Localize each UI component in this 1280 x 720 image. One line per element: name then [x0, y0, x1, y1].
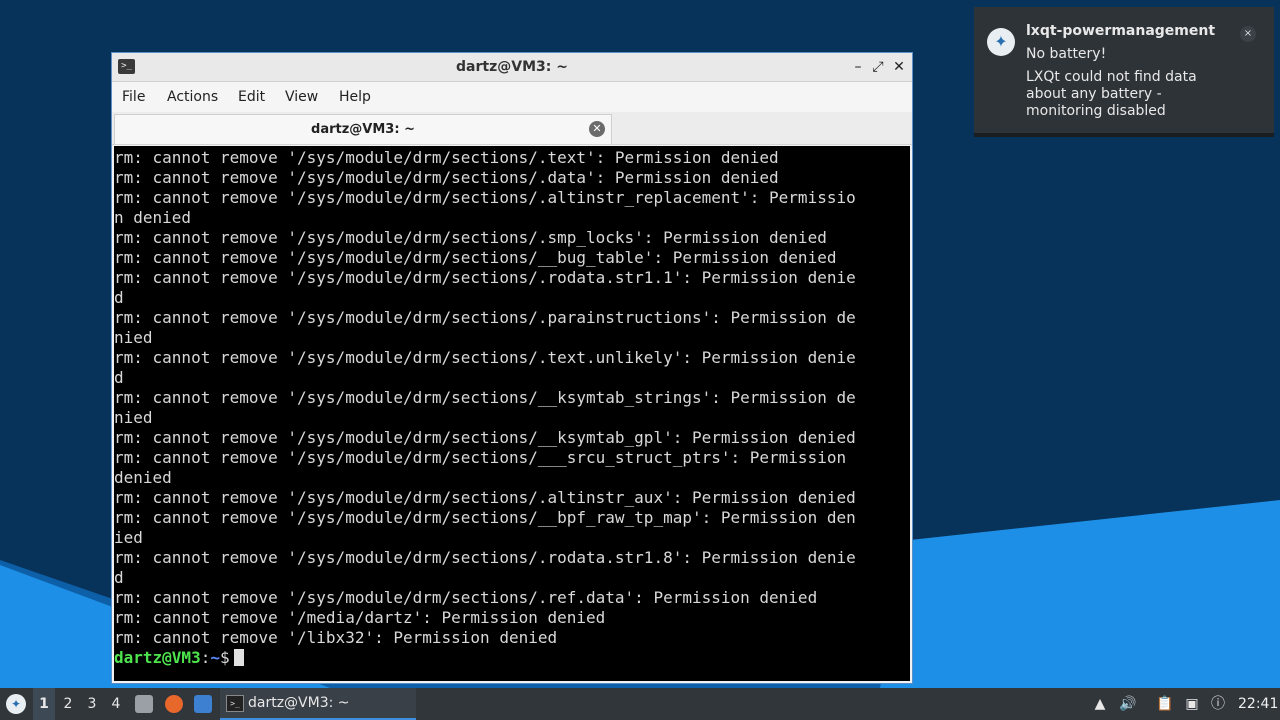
- terminal-line: rm: cannot remove '/sys/module/drm/secti…: [114, 448, 847, 467]
- workspace-3[interactable]: 3: [81, 688, 103, 720]
- menu-file[interactable]: File: [122, 89, 145, 105]
- show-desktop-icon[interactable]: [194, 695, 212, 713]
- volume-icon[interactable]: 🔊: [1118, 694, 1138, 714]
- taskbar-task-terminal[interactable]: >_ dartz@VM3: ~: [220, 688, 416, 720]
- tray-arrow-icon[interactable]: ▲: [1090, 694, 1110, 714]
- terminal-prompt[interactable]: dartz@VM3:~$: [114, 648, 910, 668]
- terminal-line: nied: [114, 408, 153, 427]
- task-label: dartz@VM3: ~: [248, 695, 350, 711]
- terminal-line: rm: cannot remove '/sys/module/drm/secti…: [114, 168, 779, 187]
- terminal-line: rm: cannot remove '/sys/module/drm/secti…: [114, 428, 856, 447]
- terminal-line: rm: cannot remove '/sys/module/drm/secti…: [114, 388, 856, 407]
- maximize-button[interactable]: ⤢: [869, 58, 887, 76]
- terminal-line: rm: cannot remove '/sys/module/drm/secti…: [114, 228, 827, 247]
- prompt-user: dartz@VM3: [114, 648, 201, 667]
- window-titlebar[interactable]: >_ dartz@VM3: ~ – ⤢ ✕: [112, 53, 912, 82]
- workspace-2[interactable]: 2: [57, 688, 79, 720]
- tab-terminal[interactable]: dartz@VM3: ~ ✕: [114, 114, 612, 144]
- terminal-line: nied: [114, 328, 153, 347]
- notification-summary: No battery!: [1026, 46, 1107, 62]
- menu-actions[interactable]: Actions: [167, 89, 218, 105]
- terminal-line: d: [114, 568, 124, 587]
- notification-popup[interactable]: ✦ lxqt-powermanagement No battery! LXQt …: [974, 7, 1274, 137]
- notification-body: LXQt could not find data about any batte…: [1026, 69, 1197, 119]
- menu-view[interactable]: View: [285, 89, 318, 105]
- terminal-line: rm: cannot remove '/sys/module/drm/secti…: [114, 268, 856, 287]
- tab-close-icon[interactable]: ✕: [589, 121, 605, 137]
- workspace-1[interactable]: 1: [33, 688, 55, 720]
- terminal-line: denied: [114, 468, 172, 487]
- terminal-lines: rm: cannot remove '/sys/module/drm/secti…: [114, 148, 910, 668]
- close-button[interactable]: ✕: [890, 58, 908, 76]
- menu-help[interactable]: Help: [339, 89, 371, 105]
- terminal-cursor: [233, 649, 244, 666]
- clipboard-icon[interactable]: 📋: [1155, 694, 1175, 714]
- terminal-line: rm: cannot remove '/sys/module/drm/secti…: [114, 508, 856, 527]
- clock[interactable]: 22:41: [1238, 696, 1278, 712]
- terminal-output[interactable]: rm: cannot remove '/sys/module/drm/secti…: [114, 146, 910, 681]
- tab-bar: dartz@VM3: ~ ✕: [112, 112, 912, 145]
- terminal-line: rm: cannot remove '/sys/module/drm/secti…: [114, 488, 856, 507]
- network-icon[interactable]: ▣: [1182, 694, 1202, 714]
- minimize-button[interactable]: –: [849, 58, 867, 76]
- notification-close-icon[interactable]: ×: [1240, 26, 1256, 42]
- terminal-line: ied: [114, 528, 143, 547]
- terminal-line: rm: cannot remove '/sys/module/drm/secti…: [114, 588, 818, 607]
- taskbar: ✦ 1 2 3 4 >_ dartz@VM3: ~ ▲ 🔊 📋 ▣ ⓘ 22:4…: [0, 688, 1280, 720]
- workspace-4[interactable]: 4: [105, 688, 127, 720]
- terminal-line: d: [114, 368, 124, 387]
- window-title: dartz@VM3: ~: [456, 59, 568, 75]
- terminal-line: n denied: [114, 208, 192, 227]
- lxqt-logo-icon: ✦: [987, 28, 1015, 56]
- terminal-line: rm: cannot remove '/sys/module/drm/secti…: [114, 188, 856, 207]
- terminal-line: rm: cannot remove '/sys/module/drm/secti…: [114, 148, 779, 167]
- tab-label: dartz@VM3: ~: [311, 122, 415, 137]
- terminal-line: d: [114, 288, 124, 307]
- terminal-task-icon: >_: [226, 695, 244, 712]
- terminal-line: rm: cannot remove '/sys/module/drm/secti…: [114, 308, 856, 327]
- menubar: File Actions Edit View Help: [112, 82, 912, 112]
- firefox-icon[interactable]: [165, 695, 183, 713]
- terminal-line: rm: cannot remove '/media/dartz': Permis…: [114, 608, 606, 627]
- terminal-line: rm: cannot remove '/sys/module/drm/secti…: [114, 348, 856, 367]
- notification-app-name: lxqt-powermanagement: [1026, 23, 1216, 39]
- prompt-symbol: $: [219, 648, 230, 667]
- terminal-line: rm: cannot remove '/sys/module/drm/secti…: [114, 548, 856, 567]
- terminal-line: rm: cannot remove '/sys/module/drm/secti…: [114, 248, 837, 267]
- prompt-path: ~: [210, 648, 220, 667]
- terminal-window: >_ dartz@VM3: ~ – ⤢ ✕ File Actions Edit …: [111, 52, 913, 684]
- update-notifier-icon[interactable]: ⓘ: [1208, 694, 1228, 714]
- start-menu-icon[interactable]: ✦: [6, 694, 26, 714]
- file-manager-icon[interactable]: [135, 695, 153, 713]
- prompt-separator: :: [200, 648, 211, 667]
- terminal-line: rm: cannot remove '/libx32': Permission …: [114, 628, 558, 647]
- menu-edit[interactable]: Edit: [238, 89, 265, 105]
